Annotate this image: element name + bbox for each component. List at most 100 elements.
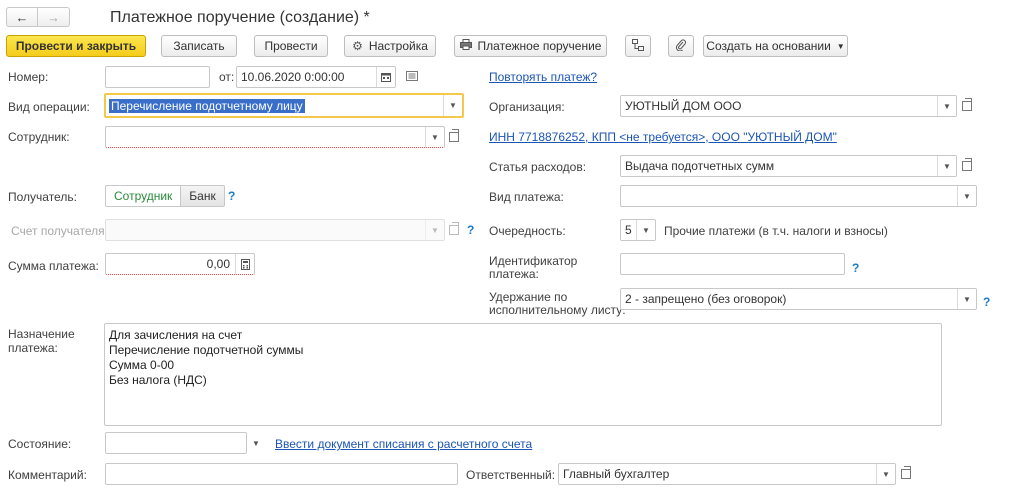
navigation-buttons: ← → <box>6 7 70 27</box>
print-payment-order-button[interactable]: Платежное поручение <box>454 35 607 57</box>
responsible-value: Главный бухгалтер <box>563 467 670 481</box>
amount-label: Сумма платежа: <box>8 259 99 273</box>
date-from-label: от: <box>219 70 235 84</box>
settings-button[interactable]: ⚙ Настройка <box>344 35 436 57</box>
open-recipient-account-button <box>445 220 463 240</box>
repeat-payment-link[interactable]: Повторять платеж? <box>489 70 597 84</box>
payment-id-input[interactable] <box>620 253 845 275</box>
open-expense-item-button[interactable] <box>958 156 976 176</box>
help-icon[interactable]: ? <box>467 223 474 237</box>
dropdown-arrow-icon[interactable]: ▼ <box>443 95 462 116</box>
responsible-select[interactable]: Главный бухгалтер ▼ <box>558 463 896 485</box>
date-input[interactable]: 10.06.2020 0:00:00 <box>236 66 396 88</box>
back-button[interactable]: ← <box>6 7 38 27</box>
recipient-option-bank[interactable]: Банк <box>181 185 225 207</box>
chevron-down-icon: ▼ <box>836 41 845 51</box>
post-and-close-button[interactable]: Провести и закрыть <box>6 35 146 57</box>
recipient-toggle: Сотрудник Банк <box>105 185 225 207</box>
payment-id-label-line2: платежа: <box>489 267 539 281</box>
purpose-line: Без налога (НДС) <box>109 373 207 387</box>
forward-button[interactable]: → <box>38 7 70 27</box>
save-button[interactable]: Записать <box>161 35 237 57</box>
expense-item-select[interactable]: Выдача подотчетных сумм ▼ <box>620 155 957 177</box>
employee-label: Сотрудник: <box>8 130 70 144</box>
operation-type-label: Вид операции: <box>8 100 90 114</box>
arrow-left-icon: ← <box>15 9 29 25</box>
purpose-line: Для зачисления на счет <box>109 328 243 342</box>
calendar-icon[interactable] <box>376 67 395 87</box>
save-label: Записать <box>173 39 225 53</box>
help-icon[interactable]: ? <box>983 295 990 309</box>
responsible-label: Ответственный: <box>466 468 556 482</box>
purpose-line: Перечисление подотчетной суммы <box>109 343 304 357</box>
open-responsible-button[interactable] <box>897 464 915 484</box>
withholding-label-line1: Удержание по <box>489 290 568 304</box>
structure-icon <box>632 38 644 54</box>
withholding-value: 2 - запрещено (без оговорок) <box>625 292 787 306</box>
employee-select[interactable]: ▼ <box>105 126 445 148</box>
dropdown-arrow-icon[interactable]: ▼ <box>937 156 956 176</box>
enter-writeoff-document-link[interactable]: Ввести документ списания с расчетного сч… <box>275 437 532 451</box>
print-label: Платежное поручение <box>477 39 602 53</box>
operation-type-select[interactable]: Перечисление подотчетному лицу ▼ <box>104 93 464 118</box>
document-history-icon[interactable] <box>406 70 418 84</box>
calculator-icon[interactable] <box>235 254 254 274</box>
dropdown-arrow-icon[interactable]: ▼ <box>425 127 444 147</box>
payment-id-label-line1: Идентификатор <box>489 254 578 268</box>
page-title: Платежное поручение (создание) * <box>110 9 370 26</box>
payment-type-label: Вид платежа: <box>489 190 564 204</box>
printer-icon <box>459 39 472 53</box>
recipient-option-employee[interactable]: Сотрудник <box>105 185 182 207</box>
expense-item-label: Статья расходов: <box>489 160 587 174</box>
open-icon <box>449 222 459 235</box>
dropdown-arrow-icon[interactable]: ▼ <box>957 289 976 309</box>
recipient-account-select: ▼ <box>105 219 445 241</box>
amount-value: 0,00 <box>206 257 230 271</box>
organization-value: УЮТНЫЙ ДОМ ООО <box>625 99 742 113</box>
organization-label: Организация: <box>489 100 565 114</box>
purpose-line: Сумма 0-00 <box>109 358 175 372</box>
create-based-on-label: Создать на основании <box>706 39 831 53</box>
state-select[interactable] <box>105 432 247 454</box>
priority-label: Очередность: <box>489 224 566 238</box>
payment-type-select[interactable]: ▼ <box>620 185 977 207</box>
open-employee-button[interactable] <box>445 127 463 147</box>
structure-button[interactable] <box>625 35 651 57</box>
open-organization-button[interactable] <box>958 96 976 116</box>
withholding-label-line2: исполнительному листу: <box>489 303 626 317</box>
open-icon <box>962 158 972 171</box>
arrow-right-icon: → <box>47 9 60 25</box>
organization-select[interactable]: УЮТНЫЙ ДОМ ООО ▼ <box>620 95 957 117</box>
state-label: Состояние: <box>8 437 72 451</box>
help-icon[interactable]: ? <box>228 189 235 203</box>
purpose-textarea[interactable]: Для зачисления на счет Перечисление подо… <box>104 323 942 426</box>
purpose-label-line1: Назначение <box>8 327 75 341</box>
date-value: 10.06.2020 0:00:00 <box>241 70 345 84</box>
attach-files-button[interactable] <box>668 35 694 57</box>
settings-label: Настройка <box>368 39 428 53</box>
number-label: Номер: <box>8 70 49 84</box>
dropdown-arrow-icon[interactable]: ▼ <box>957 186 976 206</box>
create-based-on-button[interactable]: Создать на основании ▼ <box>703 35 848 57</box>
withholding-select[interactable]: 2 - запрещено (без оговорок) ▼ <box>620 288 977 310</box>
priority-select[interactable]: 5 ▼ <box>620 219 656 241</box>
help-icon[interactable]: ? <box>852 261 859 275</box>
open-icon <box>962 98 972 111</box>
dropdown-arrow-icon[interactable]: ▼ <box>636 220 655 240</box>
comment-input[interactable] <box>105 463 458 485</box>
expense-item-value: Выдача подотчетных сумм <box>625 159 775 173</box>
dropdown-arrow-icon[interactable]: ▼ <box>937 96 956 116</box>
dropdown-arrow-icon[interactable]: ▼ <box>247 432 265 454</box>
post-button[interactable]: Провести <box>254 35 328 57</box>
amount-input[interactable]: 0,00 <box>105 253 255 275</box>
purpose-label-line2: платежа: <box>8 341 58 355</box>
inn-kpp-link[interactable]: ИНН 7718876252, КПП <не требуется>, ООО … <box>489 130 837 144</box>
number-input[interactable] <box>105 66 210 88</box>
post-label: Провести <box>264 39 318 53</box>
paperclip-icon <box>675 39 687 54</box>
operation-type-value: Перечисление подотчетному лицу <box>109 98 305 113</box>
dropdown-arrow-icon[interactable]: ▼ <box>876 464 895 484</box>
open-icon <box>901 466 911 479</box>
gear-icon: ⚙ <box>352 39 363 53</box>
comment-label: Комментарий: <box>8 468 87 482</box>
